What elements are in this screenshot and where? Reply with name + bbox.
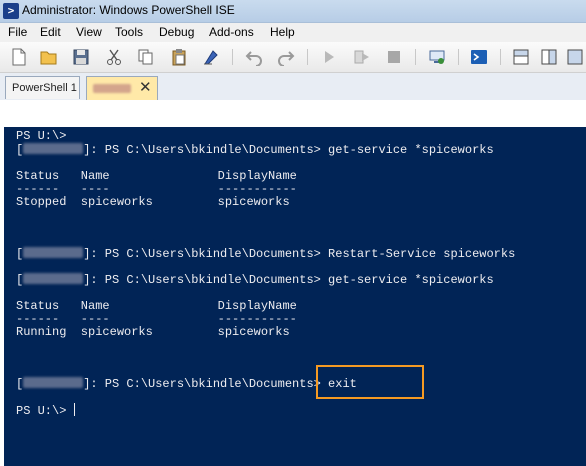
show-script-pane-right-icon[interactable] — [540, 48, 558, 66]
undo-icon[interactable] — [245, 48, 263, 66]
menu-file[interactable]: File — [8, 25, 27, 39]
run-selection-icon[interactable] — [353, 48, 371, 66]
script-pane-gap — [0, 100, 586, 127]
cut-icon[interactable] — [105, 48, 123, 66]
console-line: []: PS C:\Users\bkindle\Documents> Resta… — [16, 247, 516, 261]
copy-icon[interactable] — [137, 48, 155, 66]
redo-icon[interactable] — [277, 48, 295, 66]
toolbar-separator — [458, 49, 459, 65]
toolbar-separator — [232, 49, 233, 65]
show-script-pane-max-icon[interactable] — [566, 48, 584, 66]
title-bar: > Administrator: Windows PowerShell ISE — [0, 0, 586, 23]
tab-powershell-1[interactable]: PowerShell 1 — [5, 76, 80, 99]
open-icon[interactable] — [40, 48, 58, 66]
menu-view[interactable]: View — [76, 25, 102, 39]
close-icon[interactable]: ✕ — [139, 80, 152, 96]
console-line: Stopped spiceworks spiceworks — [16, 195, 290, 209]
redacted-text — [23, 247, 84, 258]
menu-edit[interactable]: Edit — [40, 25, 61, 39]
stop-icon[interactable] — [385, 48, 403, 66]
paste-icon[interactable] — [170, 48, 188, 66]
menu-debug[interactable]: Debug — [159, 25, 194, 39]
console-line: []: PS C:\Users\bkindle\Documents> exit — [16, 377, 357, 391]
menu-add-ons[interactable]: Add-ons — [209, 25, 254, 39]
toolbar-separator — [307, 49, 308, 65]
redacted-tab-label — [93, 84, 131, 93]
remote-powershell-icon[interactable] — [428, 48, 446, 66]
console-line: ------ ---- ----------- — [16, 182, 297, 196]
console-line: Status Name DisplayName — [16, 169, 297, 183]
toolbar-separator — [415, 49, 416, 65]
menu-bar: File Edit View Tools Debug Add-ons Help — [0, 23, 586, 42]
menu-tools[interactable]: Tools — [115, 25, 143, 39]
exit-highlight-box — [316, 365, 424, 399]
console-prompt[interactable]: PS U:\> — [16, 403, 75, 418]
console-line: PS U:\> — [16, 129, 67, 143]
console-line: []: PS C:\Users\bkindle\Documents> get-s… — [16, 273, 494, 287]
redacted-text — [23, 143, 84, 154]
show-script-pane-top-icon[interactable] — [512, 48, 530, 66]
new-icon[interactable] — [10, 48, 28, 66]
toolbar — [0, 42, 586, 73]
text-cursor — [73, 403, 75, 416]
console-line: Status Name DisplayName — [16, 299, 297, 313]
toolbar-separator — [500, 49, 501, 65]
powershell-icon: > — [3, 3, 19, 19]
menu-help[interactable]: Help — [270, 25, 295, 39]
tab-strip: PowerShell 1 ✕ — [0, 73, 586, 101]
redacted-text — [23, 273, 84, 284]
tab-active-redacted[interactable]: ✕ — [86, 76, 158, 100]
save-icon[interactable] — [72, 48, 90, 66]
console-line: ------ ---- ----------- — [16, 312, 297, 326]
run-icon[interactable] — [320, 48, 338, 66]
window-title: Administrator: Windows PowerShell ISE — [22, 3, 235, 17]
tab-label: PowerShell 1 — [12, 82, 77, 94]
console-line: []: PS C:\Users\bkindle\Documents> get-s… — [16, 143, 494, 157]
clear-icon[interactable] — [202, 48, 220, 66]
redacted-text — [23, 377, 84, 388]
console-line: Running spiceworks spiceworks — [16, 325, 290, 339]
powershell-console-icon[interactable] — [470, 48, 488, 66]
